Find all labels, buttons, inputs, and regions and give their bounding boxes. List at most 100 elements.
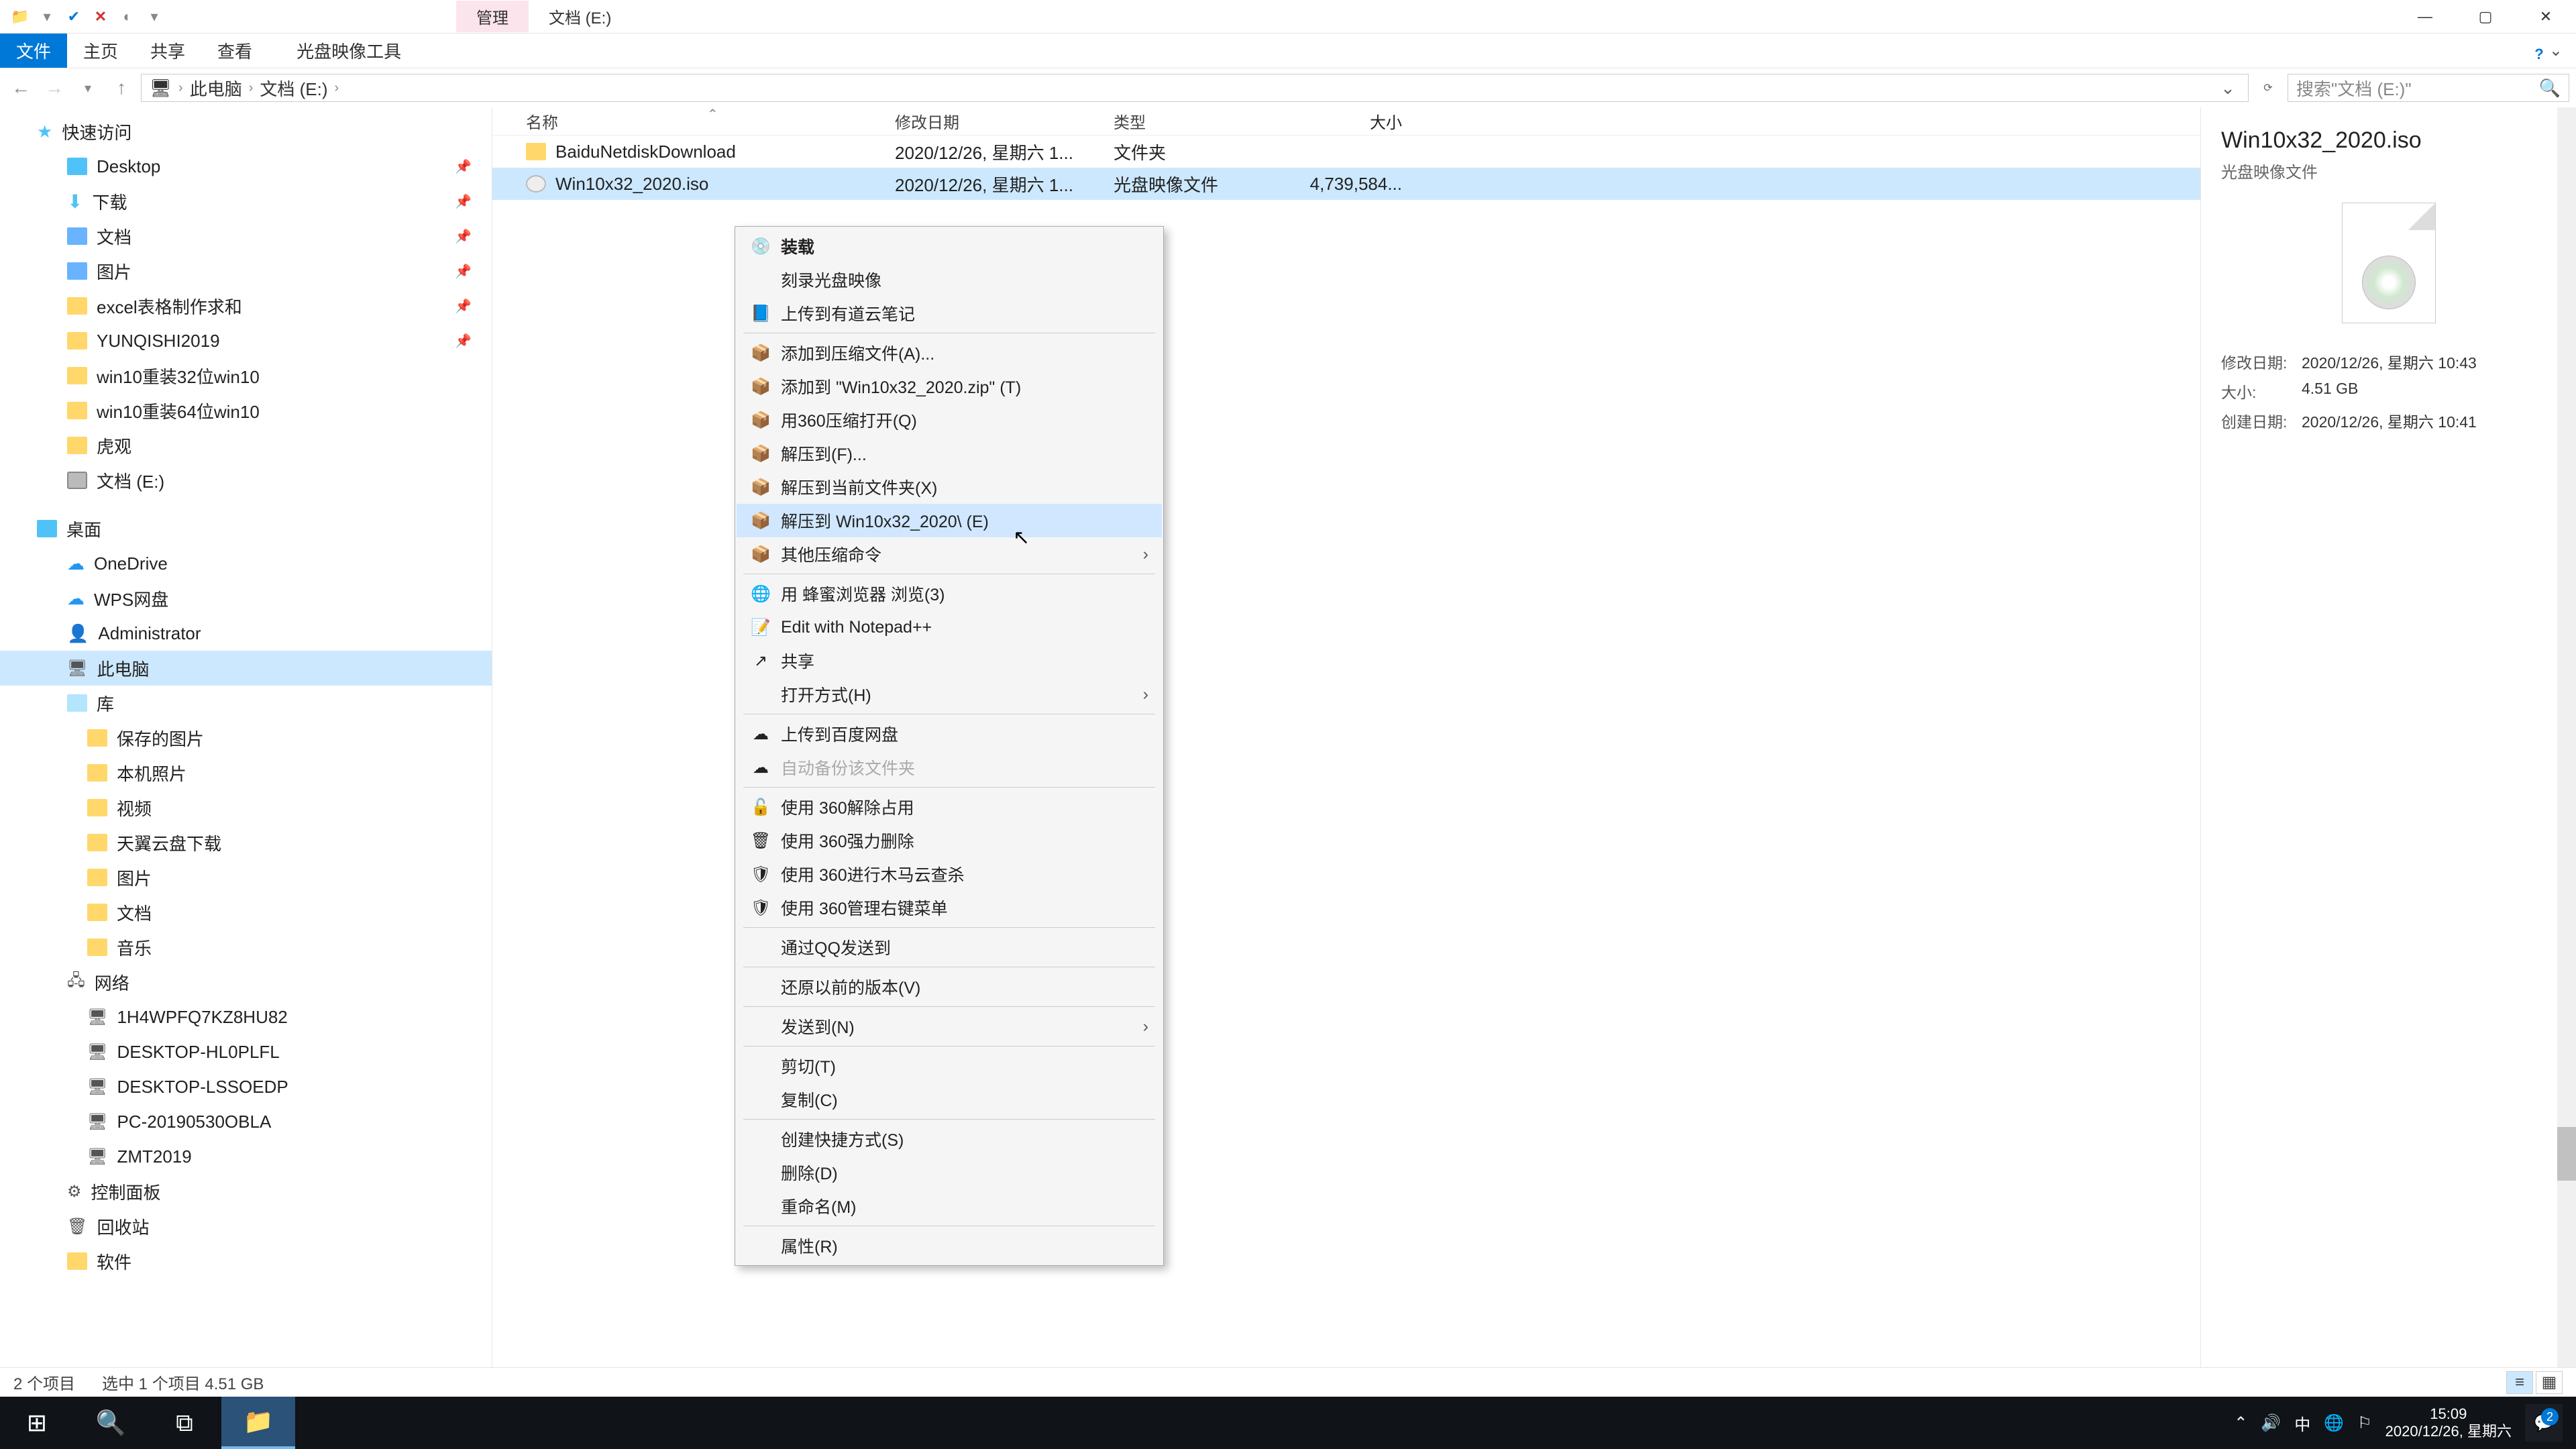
menu-item[interactable]: 🛡使用 360进行木马云查杀 <box>737 857 1162 891</box>
ribbon-tab-share[interactable]: 共享 <box>134 34 201 68</box>
menu-item[interactable]: ☁上传到百度网盘 <box>737 717 1162 751</box>
sidebar-pc1[interactable]: 🖥1H4WPFQ7KZ8HU82 <box>0 1000 492 1034</box>
sidebar-this-pc[interactable]: 🖥此电脑 <box>0 651 492 686</box>
breadcrumb[interactable]: 🖥 › 此电脑 › 文档 (E:) › ⌄ <box>141 74 2249 102</box>
start-button[interactable]: ⊞ <box>0 1397 74 1449</box>
sidebar-pc4[interactable]: 🖥PC-20190530OBLA <box>0 1104 492 1139</box>
back-button[interactable]: ← <box>7 74 35 102</box>
sidebar-admin[interactable]: 👤Administrator <box>0 616 492 651</box>
file-row[interactable]: BaiduNetdiskDownload2020/12/26, 星期六 1...… <box>492 136 2200 168</box>
view-details-button[interactable]: ≡ <box>2506 1371 2533 1394</box>
menu-item[interactable]: 📦解压到 Win10x32_2020\ (E) <box>737 504 1162 537</box>
scrollbar-thumb[interactable] <box>2557 1127 2576 1181</box>
breadcrumb-drive[interactable]: 文档 (E:) <box>260 76 327 101</box>
ribbon-tab-home[interactable]: 主页 <box>67 34 134 68</box>
menu-item[interactable]: 📘上传到有道云笔记 <box>737 297 1162 330</box>
qat-overflow-icon[interactable]: ▾ <box>144 7 164 27</box>
sidebar-documents2[interactable]: 文档 <box>0 895 492 930</box>
qat-dropdown-icon[interactable]: ▾ <box>37 7 57 27</box>
sidebar-yunqishi[interactable]: YUNQISHI2019📌 <box>0 323 492 358</box>
title-tab-manage[interactable]: 管理 <box>456 1 529 32</box>
search-button[interactable]: 🔍 <box>74 1397 148 1449</box>
menu-item[interactable]: 创建快捷方式(S) <box>737 1122 1162 1156</box>
maximize-button[interactable]: ▢ <box>2455 0 2516 34</box>
file-row[interactable]: Win10x32_2020.iso2020/12/26, 星期六 1...光盘映… <box>492 168 2200 200</box>
menu-item[interactable]: 复制(C) <box>737 1083 1162 1116</box>
menu-item[interactable]: 打开方式(H)› <box>737 678 1162 711</box>
menu-item[interactable]: 通过QQ发送到 <box>737 930 1162 964</box>
menu-item[interactable]: 📦用360压缩打开(Q) <box>737 403 1162 437</box>
menu-item[interactable]: ↗共享 <box>737 644 1162 678</box>
col-header-size[interactable]: 大小 <box>1281 109 1415 133</box>
view-thumbnails-button[interactable]: ▦ <box>2536 1371 2563 1394</box>
menu-item[interactable]: 📝Edit with Notepad++ <box>737 610 1162 644</box>
menu-item[interactable]: 🗑使用 360强力删除 <box>737 824 1162 857</box>
menu-item[interactable]: 刻录光盘映像 <box>737 263 1162 297</box>
check-icon[interactable]: ✔ <box>64 7 84 27</box>
help-button[interactable]: ? <box>2509 38 2569 71</box>
sidebar-win10-32[interactable]: win10重装32位win10 <box>0 358 492 393</box>
menu-item[interactable]: 重命名(M) <box>737 1189 1162 1223</box>
sidebar-win10-64[interactable]: win10重装64位win10 <box>0 393 492 428</box>
sidebar-control-panel[interactable]: ⚙控制面板 <box>0 1174 492 1209</box>
sidebar-software[interactable]: 软件 <box>0 1244 492 1279</box>
task-view-button[interactable]: ⧉ <box>148 1397 221 1449</box>
menu-item[interactable]: 🌐用 蜂蜜浏览器 浏览(3) <box>737 577 1162 610</box>
sidebar-pictures[interactable]: 图片📌 <box>0 254 492 288</box>
sidebar-network[interactable]: 🖧网络 <box>0 965 492 1000</box>
vertical-scrollbar[interactable] <box>2557 107 2576 1367</box>
menu-item[interactable]: 📦添加到压缩文件(A)... <box>737 336 1162 370</box>
menu-item[interactable]: 还原以前的版本(V) <box>737 970 1162 1004</box>
menu-item[interactable]: 🔓使用 360解除占用 <box>737 790 1162 824</box>
sidebar-excel[interactable]: excel表格制作求和📌 <box>0 288 492 323</box>
breadcrumb-this-pc[interactable]: 此电脑 <box>190 76 242 101</box>
sidebar-quick-access[interactable]: ★快速访问 <box>0 114 492 149</box>
forward-button[interactable]: → <box>40 74 68 102</box>
network-icon[interactable]: 🌐 <box>2324 1413 2344 1433</box>
ime-indicator[interactable]: 中 <box>2294 1411 2310 1435</box>
properties-icon[interactable]: ◐ <box>117 7 138 27</box>
menu-item[interactable]: 📦解压到(F)... <box>737 437 1162 470</box>
taskbar-clock[interactable]: 15:09 2020/12/26, 星期六 <box>2385 1405 2512 1441</box>
menu-item[interactable]: 剪切(T) <box>737 1049 1162 1083</box>
sidebar-pictures2[interactable]: 图片 <box>0 860 492 895</box>
col-header-type[interactable]: 类型 <box>1100 109 1281 133</box>
action-center-button[interactable]: 💬 2 <box>2525 1404 2563 1442</box>
close-red-icon[interactable]: ✕ <box>91 7 111 27</box>
recent-locations-button[interactable]: ▾ <box>74 74 102 102</box>
menu-item[interactable]: 💿装载 <box>737 229 1162 263</box>
sidebar-documents[interactable]: 文档📌 <box>0 219 492 254</box>
explorer-taskbar-button[interactable]: 📁 <box>221 1397 295 1449</box>
sidebar-tianyi[interactable]: 天翼云盘下载 <box>0 825 492 860</box>
sidebar-wps[interactable]: ☁WPS网盘 <box>0 581 492 616</box>
sidebar-desktop[interactable]: Desktop📌 <box>0 149 492 184</box>
menu-item[interactable]: 发送到(N)› <box>737 1010 1162 1043</box>
sidebar-drive-e[interactable]: 文档 (E:) <box>0 463 492 498</box>
sidebar-pc3[interactable]: 🖥DESKTOP-LSSOEDP <box>0 1069 492 1104</box>
sidebar-onedrive[interactable]: ☁OneDrive <box>0 546 492 581</box>
ribbon-tab-disc-tools[interactable]: 光盘映像工具 <box>280 34 417 68</box>
minimize-button[interactable]: — <box>2395 0 2455 34</box>
sidebar-music[interactable]: 音乐 <box>0 930 492 965</box>
menu-item[interactable]: 📦其他压缩命令› <box>737 537 1162 571</box>
security-icon[interactable]: ⚐ <box>2357 1413 2372 1433</box>
menu-item[interactable]: 📦解压到当前文件夹(X) <box>737 470 1162 504</box>
col-header-name[interactable]: 名称 <box>492 109 881 133</box>
chevron-right-icon[interactable]: › <box>249 80 254 96</box>
chevron-right-icon[interactable]: › <box>334 80 339 96</box>
sidebar-pc5[interactable]: 🖥ZMT2019 <box>0 1139 492 1174</box>
sidebar-libraries[interactable]: 库 <box>0 686 492 720</box>
menu-item[interactable]: 📦添加到 "Win10x32_2020.zip" (T) <box>737 370 1162 403</box>
volume-icon[interactable]: 🔊 <box>2261 1413 2281 1433</box>
close-button[interactable]: ✕ <box>2516 0 2576 34</box>
sidebar-desktop2[interactable]: 桌面 <box>0 511 492 546</box>
up-button[interactable]: ↑ <box>107 74 136 102</box>
sidebar-recycle[interactable]: 🗑回收站 <box>0 1209 492 1244</box>
refresh-button[interactable]: ⟳ <box>2254 81 2282 95</box>
menu-item[interactable]: 属性(R) <box>737 1229 1162 1263</box>
sidebar-videos[interactable]: 视频 <box>0 790 492 825</box>
ribbon-tab-file[interactable]: 文件 <box>0 34 67 68</box>
sidebar-downloads[interactable]: ⬇下载📌 <box>0 184 492 219</box>
menu-item[interactable]: 🛡使用 360管理右键菜单 <box>737 891 1162 924</box>
col-header-date[interactable]: 修改日期 <box>881 109 1100 133</box>
